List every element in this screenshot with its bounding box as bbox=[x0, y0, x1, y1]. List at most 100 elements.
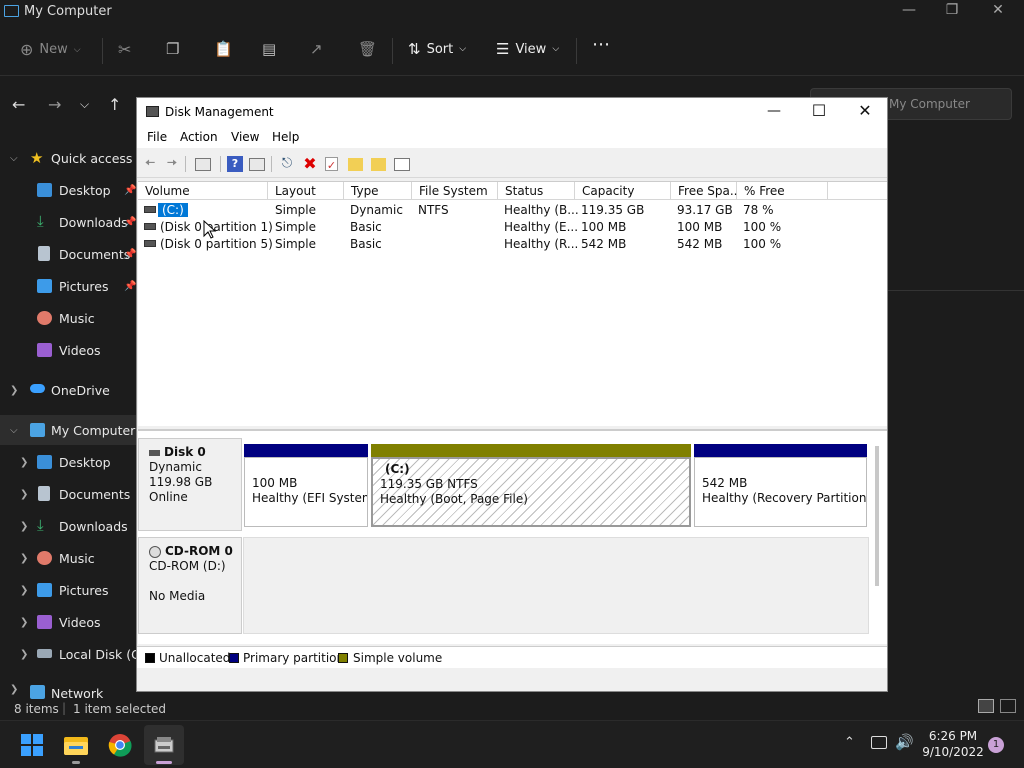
menu-action[interactable]: Action bbox=[180, 130, 218, 144]
legend: Unallocated Primary partition Simple vol… bbox=[137, 646, 887, 668]
chevron-down-icon: ⌵ bbox=[552, 44, 560, 54]
col-volume[interactable]: Volume bbox=[138, 182, 268, 200]
partition-size: 100 MB bbox=[252, 476, 298, 490]
properties-pane-icon[interactable] bbox=[249, 158, 265, 171]
up-icon[interactable]: ↑ bbox=[108, 95, 121, 114]
forward-icon[interactable]: 🠆 bbox=[164, 156, 180, 172]
sidebar-item-music[interactable]: Music bbox=[0, 303, 136, 333]
vertical-scrollbar[interactable] bbox=[875, 446, 879, 586]
menu-help[interactable]: Help bbox=[272, 130, 299, 144]
start-button[interactable] bbox=[12, 725, 52, 765]
disk-management-taskbar-button[interactable] bbox=[144, 725, 184, 765]
sidebar-item-downloads[interactable]: ⤓ Downloads 📌 bbox=[0, 207, 136, 237]
chrome-taskbar-button[interactable] bbox=[100, 725, 140, 765]
view-button[interactable]: ☰ View ⌵ bbox=[496, 40, 559, 58]
navigation-pane: ⌵ ★ Quick access Desktop 📌 ⤓ Downloads 📌… bbox=[0, 140, 149, 700]
col-capacity[interactable]: Capacity bbox=[575, 182, 671, 200]
sidebar-item-desktop[interactable]: ❯ Desktop bbox=[0, 447, 136, 477]
sidebar-item-label: Videos bbox=[59, 614, 101, 630]
folder-up-icon[interactable] bbox=[348, 158, 363, 171]
sidebar-item-music[interactable]: ❯ Music bbox=[0, 543, 136, 573]
back-icon[interactable]: ← bbox=[12, 95, 25, 114]
tiles-view-icon[interactable] bbox=[1000, 699, 1016, 713]
checklist-icon[interactable]: ✓ bbox=[325, 157, 338, 172]
help-icon[interactable]: ? bbox=[227, 156, 243, 172]
volume-icon[interactable]: 🔊 bbox=[895, 733, 914, 751]
sidebar-item-desktop[interactable]: Desktop 📌 bbox=[0, 175, 136, 205]
legend-primary: Primary partition bbox=[243, 651, 345, 665]
view-icon: ☰ bbox=[496, 40, 510, 58]
partition-recovery[interactable]: 542 MB Healthy (Recovery Partition) bbox=[694, 457, 867, 527]
sort-button[interactable]: ⇅ Sort ⌵ bbox=[408, 40, 466, 58]
clock[interactable]: 6:26 PM 9/10/2022 bbox=[922, 728, 984, 760]
col-free-space[interactable]: Free Spa... bbox=[671, 182, 741, 200]
paste-icon[interactable]: 📋 bbox=[214, 40, 233, 58]
sidebar-item-pictures[interactable]: Pictures 📌 bbox=[0, 271, 136, 301]
back-icon[interactable]: 🠄 bbox=[142, 156, 158, 172]
more-options-icon[interactable]: ⋯ bbox=[592, 34, 610, 55]
forward-icon[interactable]: → bbox=[48, 95, 61, 114]
sidebar-item-quick-access[interactable]: ⌵ ★ Quick access bbox=[0, 143, 136, 173]
folder-search-icon[interactable] bbox=[371, 158, 386, 171]
sidebar-item-my-computer[interactable]: ⌵ My Computer bbox=[0, 415, 136, 445]
sidebar-item-local-disk[interactable]: ❯ Local Disk (C:) bbox=[0, 639, 149, 669]
partition-status: Healthy (Recovery Partition) bbox=[702, 491, 867, 505]
status-bar: 8 items | 1 item selected bbox=[0, 699, 1024, 720]
close-button[interactable]: ✕ bbox=[850, 101, 880, 120]
disk-0-label[interactable]: Disk 0 Dynamic 119.98 GB Online bbox=[138, 438, 242, 531]
chevron-right-icon: ❯ bbox=[20, 456, 29, 468]
sidebar-item-videos[interactable]: ❯ Videos bbox=[0, 607, 136, 637]
sidebar-item-label: Downloads bbox=[59, 214, 128, 230]
legend-simple: Simple volume bbox=[353, 651, 443, 665]
folder-icon bbox=[64, 737, 88, 755]
sidebar-item-label: Videos bbox=[59, 342, 101, 358]
cdrom-icon bbox=[149, 545, 161, 558]
volume-free: 93.17 GB bbox=[677, 203, 733, 217]
col-layout[interactable]: Layout bbox=[268, 182, 344, 200]
sidebar-item-pictures[interactable]: ❯ Pictures bbox=[0, 575, 136, 605]
console-tree-icon[interactable] bbox=[195, 158, 211, 171]
menu-view[interactable]: View bbox=[231, 130, 259, 144]
cdrom-label[interactable]: CD-ROM 0 CD-ROM (D:) No Media bbox=[138, 537, 242, 634]
col-file-system[interactable]: File System bbox=[412, 182, 498, 200]
volume-type: Basic bbox=[350, 220, 382, 234]
chevron-right-icon: ❯ bbox=[10, 384, 19, 396]
sidebar-item-documents[interactable]: ❯ Documents bbox=[0, 479, 136, 509]
sidebar-item-videos[interactable]: Videos bbox=[0, 335, 136, 365]
copy-icon[interactable]: ❐ bbox=[166, 40, 179, 58]
recent-locations-icon[interactable]: ⌵ bbox=[80, 97, 89, 112]
col-status[interactable]: Status bbox=[498, 182, 575, 200]
rename-icon[interactable]: ▤ bbox=[262, 40, 276, 58]
settings-list-icon[interactable] bbox=[394, 158, 410, 171]
share-icon[interactable]: ↗ bbox=[310, 40, 323, 58]
col-type[interactable]: Type bbox=[344, 182, 412, 200]
maximize-button[interactable]: ☐ bbox=[804, 101, 834, 120]
partition-size: 119.35 GB NTFS bbox=[380, 477, 478, 491]
restore-button[interactable]: ❐ bbox=[932, 2, 972, 18]
partition-efi[interactable]: 100 MB Healthy (EFI System P bbox=[244, 457, 368, 527]
details-view-icon[interactable] bbox=[978, 699, 994, 713]
close-button[interactable]: ✕ bbox=[978, 2, 1018, 18]
partition-c[interactable]: (C:) 119.35 GB NTFS Healthy (Boot, Page … bbox=[371, 457, 691, 527]
new-button[interactable]: ⊕ New ⌵ bbox=[20, 40, 81, 59]
notification-badge[interactable]: 1 bbox=[988, 737, 1004, 753]
file-explorer-taskbar-button[interactable] bbox=[56, 725, 96, 765]
sort-icon: ⇅ bbox=[408, 40, 421, 58]
volume-status: Healthy (B... bbox=[504, 203, 579, 217]
minimize-button[interactable]: — bbox=[759, 103, 789, 119]
cut-icon[interactable]: ✂ bbox=[118, 40, 131, 59]
sidebar-item-documents[interactable]: Documents 📌 bbox=[0, 239, 136, 269]
sidebar-item-downloads[interactable]: ❯ ⤓ Downloads bbox=[0, 511, 136, 541]
minimize-button[interactable]: — bbox=[889, 2, 929, 18]
volume-layout: Simple bbox=[275, 203, 316, 217]
sidebar-item-network[interactable]: ❯ Network bbox=[0, 679, 136, 699]
download-icon: ⤓ bbox=[37, 212, 44, 230]
network-status-icon[interactable] bbox=[871, 736, 887, 749]
menu-file[interactable]: File bbox=[147, 130, 167, 144]
delete-icon[interactable]: ✖ bbox=[302, 156, 318, 172]
chevron-up-icon[interactable]: ⌃ bbox=[844, 735, 855, 750]
sidebar-item-onedrive[interactable]: ❯ OneDrive bbox=[0, 375, 136, 405]
col-percent-free[interactable]: % Free bbox=[737, 182, 828, 200]
delete-icon[interactable]: 🗑 bbox=[358, 40, 377, 58]
connect-icon[interactable]: ⎋ bbox=[279, 156, 295, 172]
